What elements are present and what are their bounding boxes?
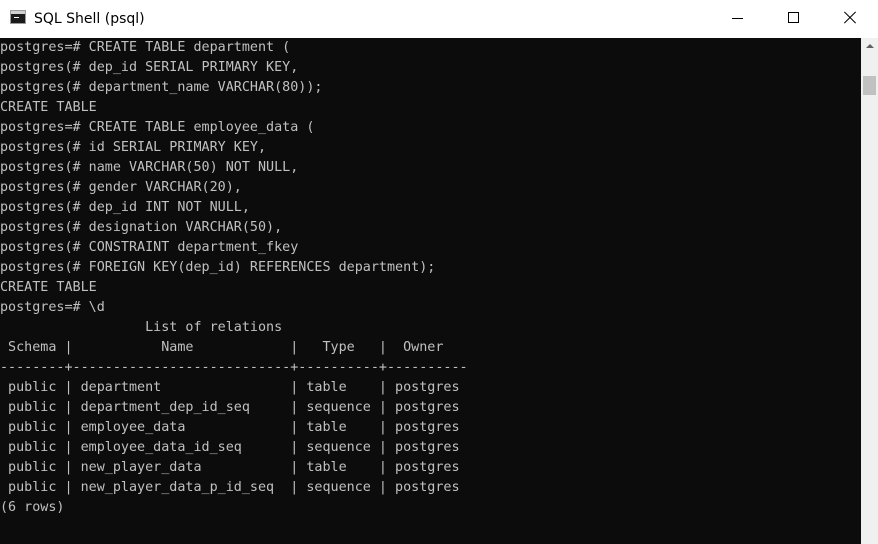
window-title: SQL Shell (psql) [34,11,145,27]
console-line: postgres(# FOREIGN KEY(dep_id) REFERENCE… [0,260,436,275]
table-row: public | department | table | postgres [0,380,460,395]
console-line: postgres(# designation VARCHAR(50), [0,220,283,235]
maximize-button[interactable] [768,0,820,38]
console-line: postgres(# department_name VARCHAR(80)); [0,80,323,95]
table-row: public | new_player_data_p_id_seq | sequ… [0,480,460,495]
relations-header-row: Schema | Name | Type | Owner [0,340,444,355]
table-row: public | new_player_data | table | postg… [0,460,460,475]
maximize-icon [788,12,799,23]
console-line: postgres(# id SERIAL PRIMARY KEY, [0,140,267,155]
relations-title: List of relations [0,320,283,335]
console-line: postgres=# CREATE TABLE department ( [0,40,291,55]
table-row: public | employee_data | table | postgre… [0,420,460,435]
title-bar[interactable]: SQL Shell (psql) [0,0,878,38]
table-row: public | employee_data_id_seq | sequence… [0,440,460,455]
console-icon[interactable] [10,10,26,24]
console-line: postgres=# CREATE TABLE employee_data ( [0,120,315,135]
console-line: CREATE TABLE [0,280,97,295]
row-count: (6 rows) [0,500,65,515]
console-line: postgres=# \d [0,300,105,315]
scroll-thumb[interactable] [863,76,876,95]
close-button[interactable] [824,0,876,38]
terminal-output[interactable]: postgres=# CREATE TABLE department ( pos… [0,38,861,544]
relations-separator: --------+---------------------------+---… [0,360,468,375]
vertical-scrollbar[interactable] [861,38,878,544]
table-row: public | department_dep_id_seq | sequenc… [0,400,460,415]
console-line: postgres(# dep_id INT NOT NULL, [0,200,250,215]
console-lines: postgres=# CREATE TABLE department ( pos… [0,38,861,518]
console-line: CREATE TABLE [0,100,97,115]
scroll-up-arrow-icon[interactable] [861,38,878,55]
close-icon [844,12,856,24]
console-line: postgres(# CONSTRAINT department_fkey [0,240,299,255]
console-line: postgres(# name VARCHAR(50) NOT NULL, [0,160,299,175]
minimize-icon [732,18,743,19]
sql-shell-window: SQL Shell (psql) postgres=# CREATE TABLE… [0,0,878,544]
console-line: postgres(# dep_id SERIAL PRIMARY KEY, [0,60,299,75]
minimize-button[interactable] [712,0,764,38]
console-line: postgres(# gender VARCHAR(20), [0,180,242,195]
